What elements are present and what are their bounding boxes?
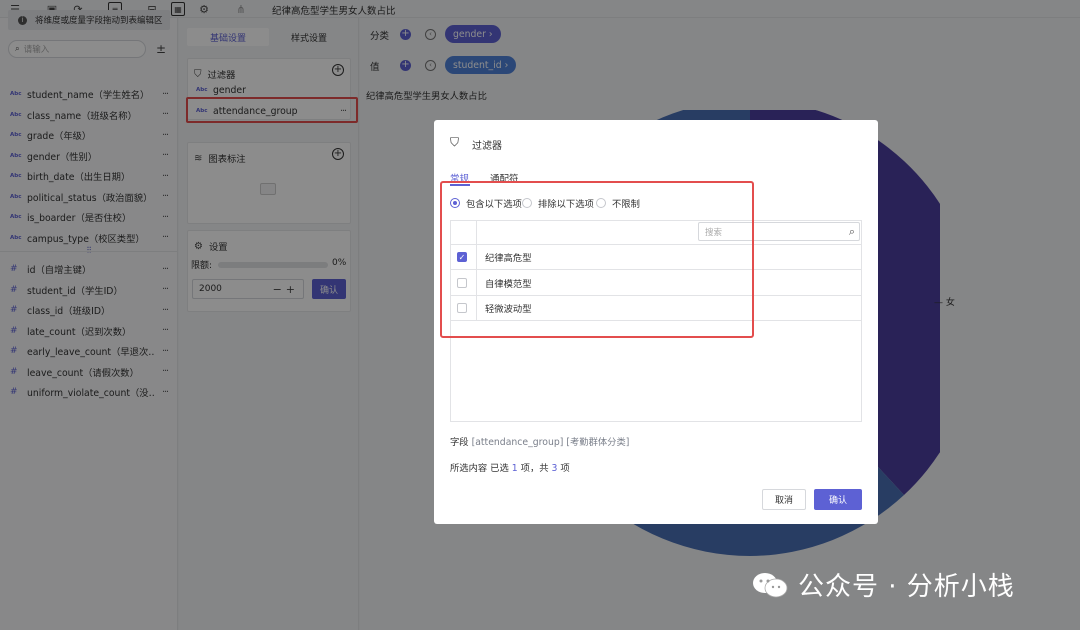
- dialog-title: 过滤器: [472, 141, 502, 152]
- selected-prefix: 已选: [490, 463, 509, 474]
- field-info: 字段 [attendance_group] [考勤群体分类]: [450, 434, 629, 448]
- cancel-button[interactable]: 取消: [762, 489, 806, 510]
- selected-info: 所选内容 已选 1 项，共 3 项: [450, 460, 570, 474]
- selected-suffix: 项: [560, 463, 570, 474]
- filter-icon: ⛉: [450, 135, 460, 149]
- watermark: 公众号 · 分析小栈: [752, 566, 1015, 603]
- field-info-label: 字段: [450, 437, 469, 448]
- selected-info-label: 所选内容: [450, 463, 488, 474]
- highlight-box-options: [440, 181, 754, 338]
- field-info-value: [attendance_group] [考勤群体分类]: [471, 437, 630, 448]
- wechat-icon: [753, 572, 788, 597]
- selected-count: 1: [511, 463, 518, 474]
- total-count: 3: [551, 463, 558, 474]
- confirm-button[interactable]: 确认: [814, 489, 862, 510]
- search-icon: ⌕: [848, 224, 855, 238]
- selected-mid: 项，共: [520, 463, 549, 474]
- watermark-text: 公众号 · 分析小栈: [798, 572, 1015, 602]
